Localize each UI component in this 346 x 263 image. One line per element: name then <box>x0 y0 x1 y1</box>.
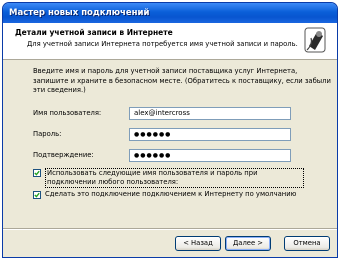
use-for-all-users-label: Использовать следующие имя пользователя … <box>45 168 304 188</box>
header-subtitle: Для учетной записи Интернета потребуется… <box>27 40 298 48</box>
wizard-window: Мастер новых подключений Детали учетной … <box>2 2 338 258</box>
header-title: Детали учетной записи в Интернете <box>15 28 173 37</box>
use-for-all-users-checkbox-row[interactable]: Использовать следующие имя пользователя … <box>33 168 323 188</box>
password-label: Пароль: <box>33 130 62 138</box>
checkmark-icon <box>34 192 40 198</box>
checkmark-icon <box>34 170 40 176</box>
confirm-password-field[interactable]: ●●●●●● <box>129 149 291 162</box>
use-for-all-users-checkbox[interactable] <box>33 169 41 177</box>
cancel-button[interactable]: Отмена <box>284 236 330 251</box>
default-connection-checkbox-row[interactable]: Сделать это подключение подключением к И… <box>33 190 323 200</box>
confirm-password-label: Подтверждение: <box>33 151 94 159</box>
password-field[interactable]: ●●●●●● <box>129 128 291 141</box>
username-label: Имя пользователя: <box>33 109 102 117</box>
instructions-text: Введите имя и пароль для учетной записи … <box>33 67 331 94</box>
connection-wizard-icon <box>304 27 326 53</box>
default-connection-checkbox[interactable] <box>33 191 41 199</box>
window-title: Мастер новых подключений <box>3 3 337 23</box>
default-connection-label: Сделать это подключение подключением к И… <box>45 190 297 198</box>
button-separator <box>3 228 337 230</box>
next-button[interactable]: Далее > <box>225 236 271 251</box>
back-button[interactable]: < Назад <box>175 236 221 251</box>
username-field[interactable]: alex@intercross <box>129 107 291 120</box>
wizard-header: Детали учетной записи в Интернете Для уч… <box>3 23 337 60</box>
